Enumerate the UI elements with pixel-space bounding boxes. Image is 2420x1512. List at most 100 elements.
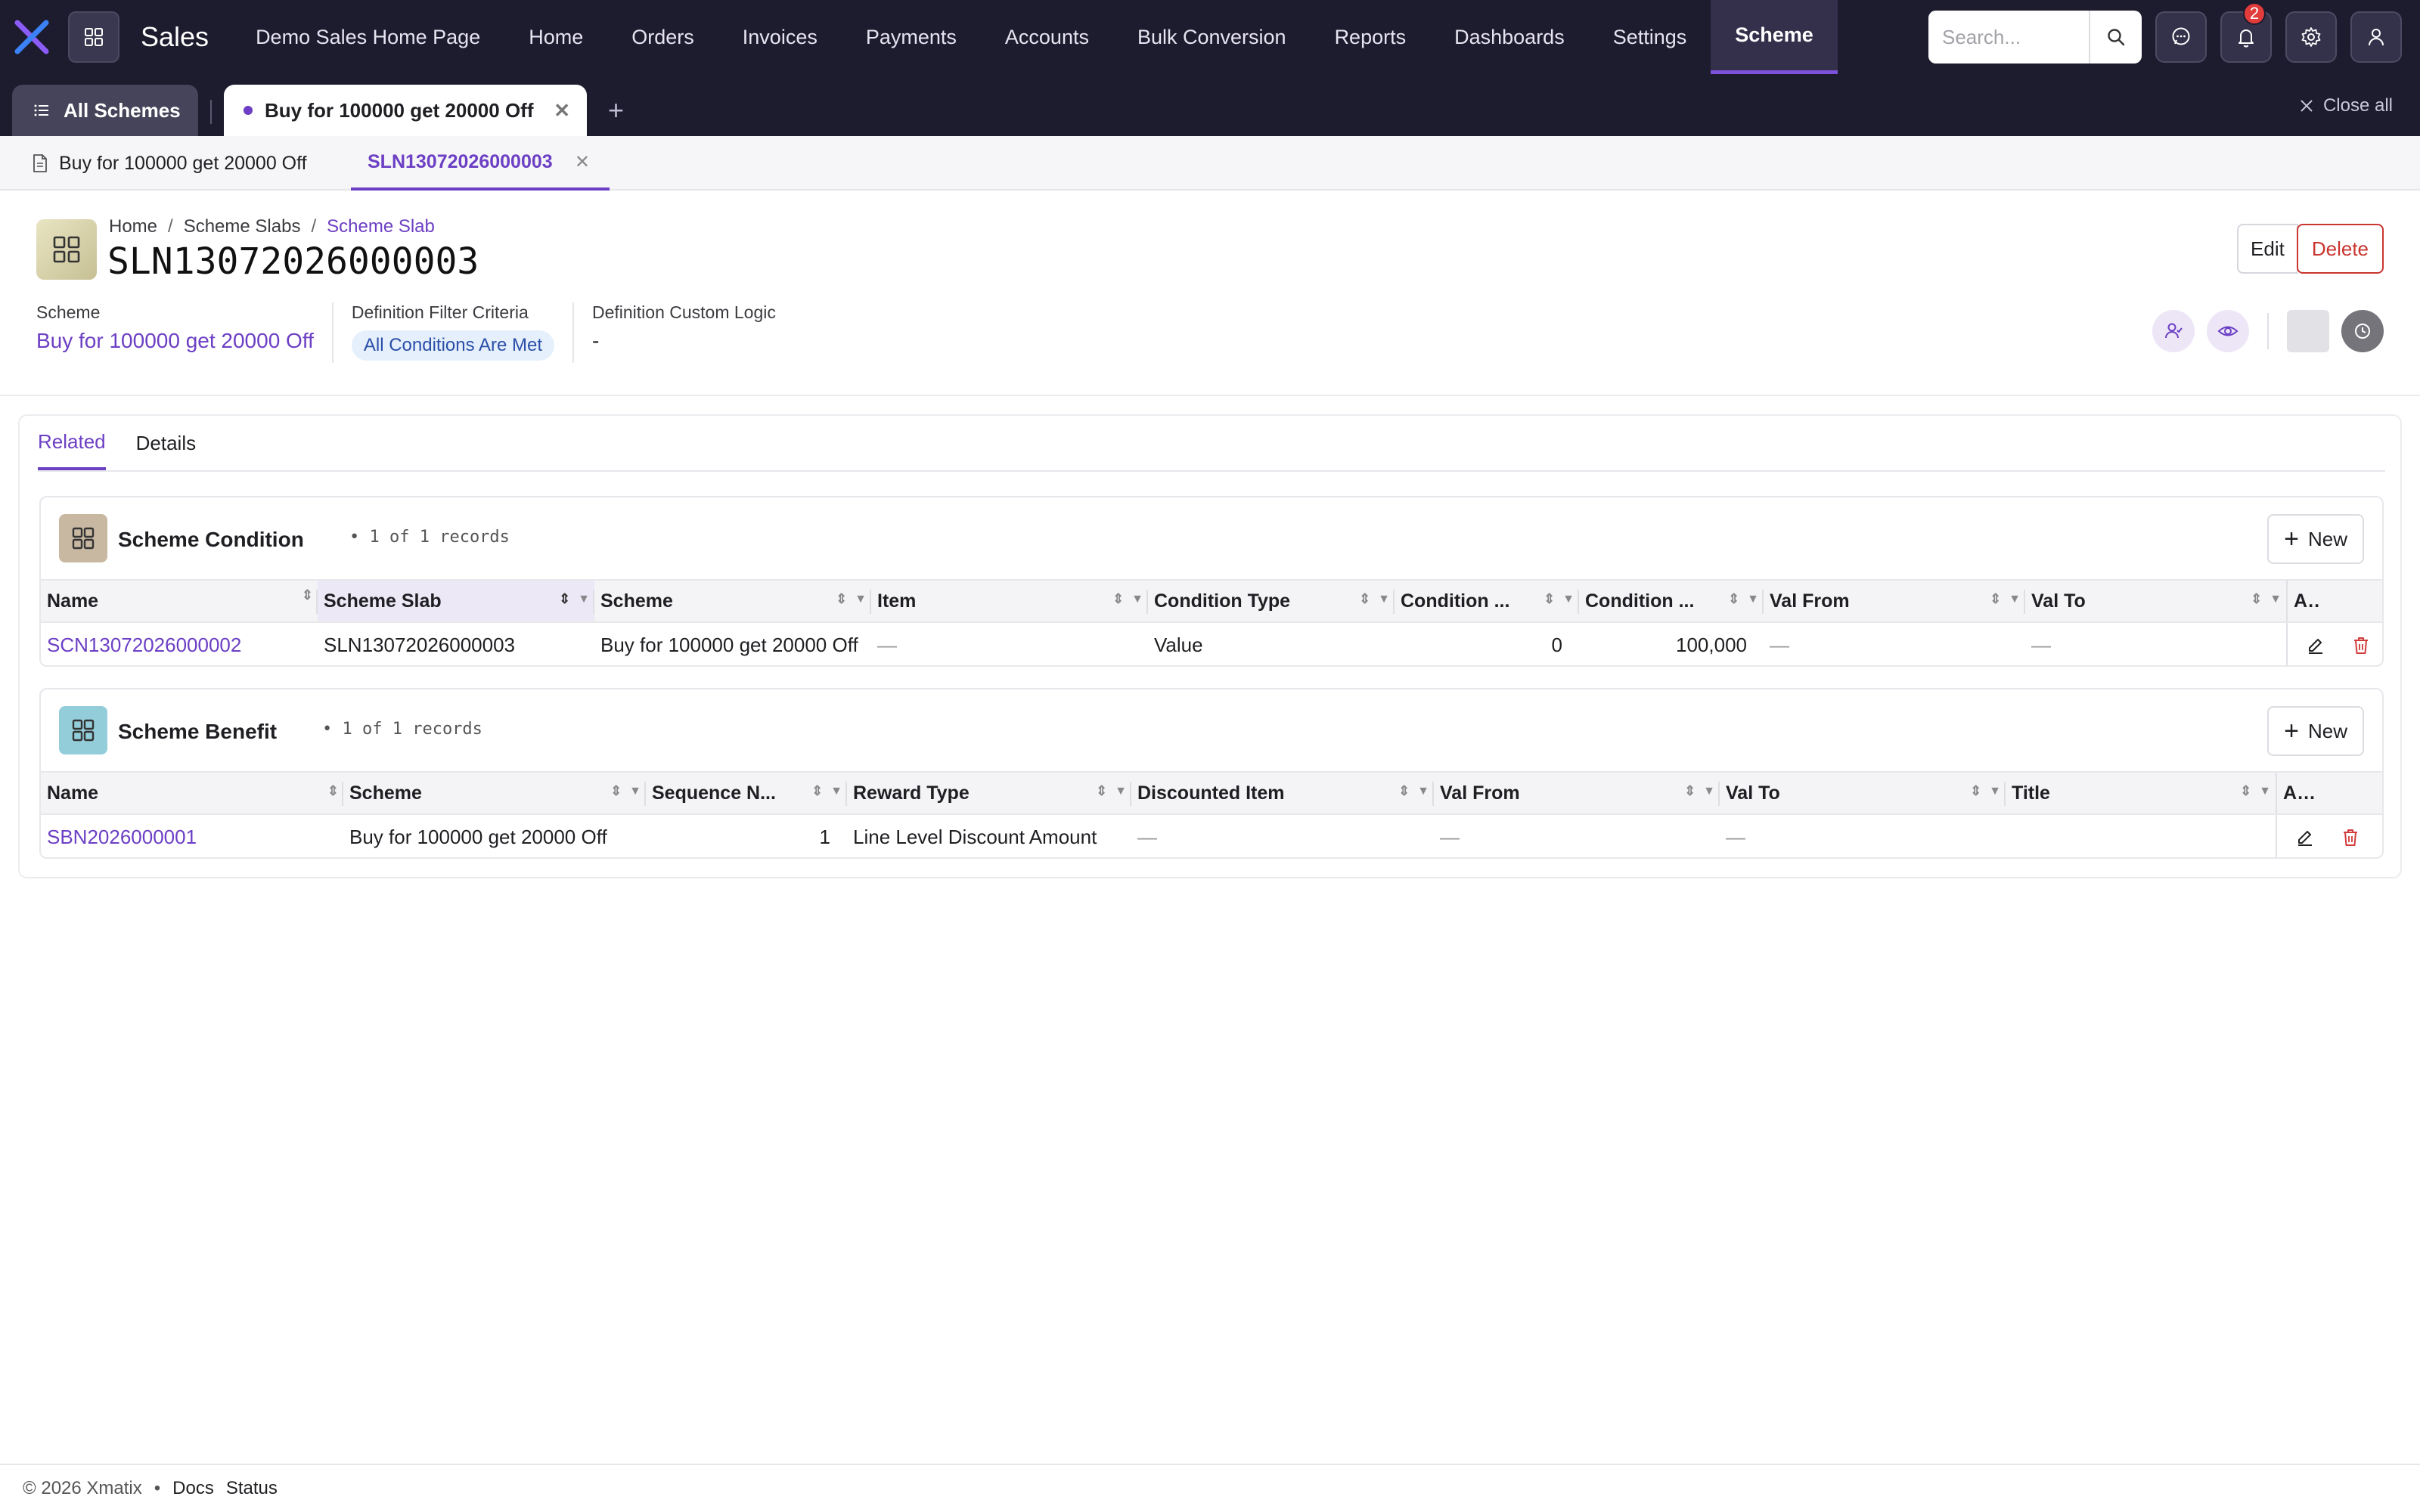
notifications-button[interactable]: 2 [2220, 2, 2272, 63]
settings-button[interactable] [2285, 11, 2337, 63]
sort-icon[interactable]: ⇕ [1544, 591, 1555, 607]
trash-icon[interactable] [2341, 828, 2360, 847]
filter-icon[interactable]: ▼ [1378, 593, 1390, 606]
xmatix-logo-icon[interactable] [11, 16, 53, 58]
status-link[interactable]: Status [226, 1478, 278, 1499]
column-header[interactable]: Val From ⇕ ▼ [1434, 771, 1720, 815]
column-header[interactable]: Item ⇕ ▼ [871, 579, 1148, 623]
nav-item-dashboards[interactable]: Dashboards [1430, 0, 1589, 74]
filter-icon[interactable]: ▼ [1747, 593, 1759, 606]
sort-icon[interactable]: ⇕ [1990, 591, 2001, 607]
subtab-scheme[interactable]: Buy for 100000 get 20000 Off [32, 136, 307, 191]
breadcrumb-scheme-slabs[interactable]: Scheme Slabs [184, 216, 301, 237]
column-header[interactable]: Name ⇕ [41, 771, 343, 815]
field-logic-label: Definition Custom Logic [591, 302, 776, 322]
sort-icon[interactable]: ⇕ [1112, 591, 1124, 607]
column-header[interactable]: Scheme Slab ⇕ ▼ [318, 579, 594, 623]
column-header[interactable]: Val From ⇕ ▼ [1764, 579, 2025, 623]
nav-item-settings[interactable]: Settings [1589, 0, 1711, 74]
edit-pencil-icon[interactable] [2306, 636, 2325, 655]
nav-item-invoices[interactable]: Invoices [718, 0, 842, 74]
field-filter-label: Definition Filter Criteria [351, 302, 529, 322]
column-header[interactable]: Scheme ⇕ ▼ [594, 579, 871, 623]
history-button[interactable] [2341, 310, 2384, 352]
filter-icon[interactable]: ▼ [1131, 593, 1143, 606]
filter-icon[interactable]: ▼ [855, 593, 867, 606]
trash-icon[interactable] [2351, 636, 2371, 655]
new-benefit-button[interactable]: + New [2267, 706, 2364, 756]
filter-icon[interactable]: ▼ [1989, 785, 2001, 798]
filter-icon[interactable]: ▼ [578, 593, 590, 606]
tab-related[interactable]: Related [38, 416, 106, 470]
search-input[interactable] [1928, 11, 2089, 64]
nav-item-accounts[interactable]: Accounts [981, 0, 1113, 74]
plus-icon: + [2284, 717, 2299, 745]
filter-icon[interactable]: ▼ [1417, 785, 1429, 798]
docs-link[interactable]: Docs [172, 1478, 214, 1499]
followers-button[interactable] [2152, 310, 2195, 352]
close-subtab-icon[interactable]: ✕ [575, 151, 590, 173]
filter-icon[interactable]: ▼ [629, 785, 641, 798]
nav-item-demo-sales-home-page[interactable]: Demo Sales Home Page [231, 0, 504, 74]
field-scheme-link[interactable]: Buy for 100000 get 20000 Off [36, 329, 314, 353]
sort-icon[interactable]: ⇕ [559, 591, 570, 607]
sort-icon[interactable]: ⇕ [2240, 783, 2251, 799]
filter-icon[interactable]: ▼ [2270, 593, 2282, 606]
tab-current-scheme[interactable]: Buy for 100000 get 20000 Off ✕ [224, 85, 587, 136]
nav-item-scheme[interactable]: Scheme [1711, 0, 1838, 74]
search-button[interactable] [2089, 11, 2142, 64]
sort-icon[interactable]: ⇕ [610, 783, 622, 799]
close-all-button[interactable]: Close all [2299, 95, 2393, 116]
nav-item-bulk-conversion[interactable]: Bulk Conversion [1113, 0, 1311, 74]
sort-icon[interactable]: ⇕ [1398, 783, 1410, 799]
filter-icon[interactable]: ▼ [1115, 785, 1127, 798]
subtab-scheme-slab[interactable]: SLN13072026000003 ✕ [351, 136, 610, 191]
column-header[interactable]: Name ⇕ [41, 579, 318, 623]
condition-name-link[interactable]: SCN13072026000002 [41, 622, 318, 665]
column-header[interactable]: Condition ... ⇕ ▼ [1395, 579, 1579, 623]
watch-button[interactable] [2207, 310, 2249, 352]
nav-item-reports[interactable]: Reports [1311, 0, 1431, 74]
tab-all-schemes[interactable]: All Schemes [12, 85, 198, 136]
column-header[interactable]: Scheme ⇕ ▼ [343, 771, 646, 815]
new-condition-button[interactable]: + New [2267, 514, 2364, 564]
sort-icon[interactable]: ⇕ [1728, 591, 1739, 607]
edit-pencil-icon[interactable] [2295, 828, 2315, 847]
column-header[interactable]: Condition Type ⇕ ▼ [1148, 579, 1395, 623]
sort-icon[interactable]: ⇕ [811, 783, 823, 799]
close-tab-icon[interactable]: ✕ [554, 100, 570, 121]
sort-icon[interactable]: ⇕ [327, 783, 339, 799]
column-header[interactable]: Val To ⇕ ▼ [2025, 579, 2287, 623]
delete-button[interactable]: Delete [2296, 224, 2384, 274]
column-header[interactable]: Title ⇕ ▼ [2006, 771, 2276, 815]
filter-icon[interactable]: ▼ [830, 785, 842, 798]
sort-icon[interactable]: ⇕ [2251, 591, 2262, 607]
sort-icon[interactable]: ⇕ [1684, 783, 1696, 799]
column-header[interactable]: Reward Type ⇕ ▼ [847, 771, 1131, 815]
breadcrumb-home[interactable]: Home [109, 216, 157, 237]
column-header[interactable]: Sequence N... ⇕ ▼ [646, 771, 847, 815]
chat-button[interactable] [2155, 11, 2207, 63]
filter-icon[interactable]: ▼ [2259, 785, 2271, 798]
user-profile-button[interactable] [2350, 11, 2402, 63]
nav-item-payments[interactable]: Payments [842, 0, 981, 74]
filter-icon[interactable]: ▼ [1703, 785, 1715, 798]
app-launcher-button[interactable] [68, 11, 119, 63]
sort-icon[interactable]: ⇕ [836, 591, 847, 607]
sort-icon[interactable]: ⇕ [1970, 783, 1981, 799]
tab-details[interactable]: Details [136, 416, 196, 470]
edit-button[interactable]: Edit [2237, 224, 2298, 274]
filter-icon[interactable]: ▼ [2009, 593, 2021, 606]
sort-icon[interactable]: ⇕ [1096, 783, 1107, 799]
add-tab-icon[interactable]: + [608, 97, 624, 124]
sort-icon[interactable]: ⇕ [1359, 591, 1370, 607]
column-header[interactable]: Condition ... ⇕ ▼ [1579, 579, 1764, 623]
column-header[interactable]: Discounted Item ⇕ ▼ [1131, 771, 1434, 815]
nav-item-home[interactable]: Home [504, 0, 607, 74]
filter-icon[interactable]: ▼ [1562, 593, 1575, 606]
nav-item-orders[interactable]: Orders [607, 0, 718, 74]
benefit-name-link[interactable]: SBN2026000001 [41, 814, 343, 857]
column-header[interactable]: Val To ⇕ ▼ [1720, 771, 2006, 815]
breadcrumb: Home / Scheme Slabs / Scheme Slab [109, 216, 435, 237]
sort-icon[interactable]: ⇕ [302, 588, 313, 602]
